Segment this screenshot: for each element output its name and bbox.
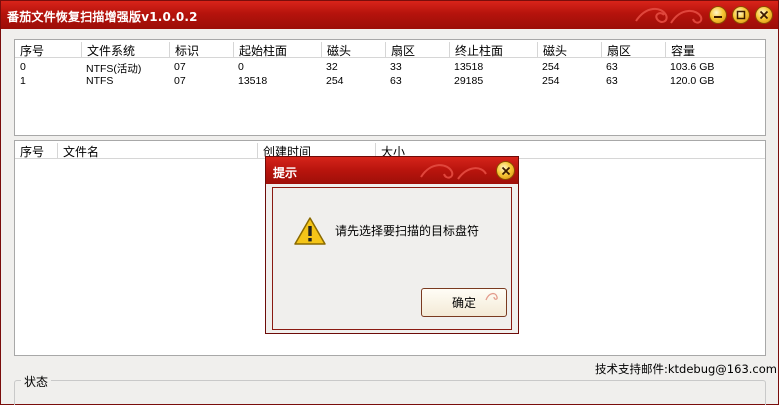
close-icon	[759, 10, 769, 20]
column-header[interactable]: 标识	[169, 42, 199, 58]
drive-list-header: 序号 文件系统 标识 起始柱面 磁头 扇区 终止柱面 磁头 扇区 容量	[15, 40, 765, 58]
status-group	[14, 380, 766, 405]
dialog-body: 请先选择要扫描的目标盘符 确定	[272, 187, 512, 330]
table-cell: 0	[238, 61, 244, 73]
minimize-icon	[714, 16, 722, 18]
column-header[interactable]: 终止柱面	[449, 42, 503, 58]
table-cell: 33	[390, 61, 402, 73]
column-header[interactable]: 起始柱面	[233, 42, 287, 58]
table-cell: 32	[326, 61, 338, 73]
close-button[interactable]	[755, 6, 773, 24]
drive-list[interactable]: 序号 文件系统 标识 起始柱面 磁头 扇区 终止柱面 磁头 扇区 容量 0 NT…	[14, 39, 766, 136]
dialog-close-button[interactable]	[496, 161, 515, 180]
ok-button[interactable]: 确定	[421, 288, 507, 317]
ok-button-label: 确定	[451, 296, 476, 310]
table-row[interactable]: 1 NTFS 07 13518 254 63 29185 254 63 120.…	[15, 75, 765, 88]
dialog-message: 请先选择要扫描的目标盘符	[335, 224, 480, 238]
table-cell: 07	[174, 75, 186, 87]
column-header[interactable]: 容量	[665, 42, 695, 58]
table-cell: 254	[542, 75, 560, 87]
dialog-title-bar[interactable]: 提示	[266, 157, 518, 184]
table-cell: 103.6 GB	[670, 61, 715, 73]
close-icon	[501, 166, 511, 176]
column-header[interactable]: 扇区	[601, 42, 631, 58]
table-cell: 254	[326, 75, 344, 87]
column-header[interactable]: 序号	[15, 143, 44, 159]
column-header[interactable]: 磁头	[321, 42, 351, 58]
table-cell: 254	[542, 61, 560, 73]
table-row[interactable]: 0 NTFS(活动) 07 0 32 33 13518 254 63 103.6…	[15, 61, 765, 75]
table-cell: NTFS	[86, 75, 114, 87]
table-cell: 13518	[238, 75, 268, 87]
title-ornament	[635, 7, 703, 24]
table-cell: 13518	[454, 61, 484, 73]
column-header[interactable]: 磁头	[537, 42, 567, 58]
window-title: 番茄文件恢复扫描增强版v1.0.0.2	[7, 10, 198, 24]
minimize-button[interactable]	[709, 6, 727, 24]
table-cell: 29185	[454, 75, 484, 87]
table-cell: 0	[20, 61, 26, 73]
warning-icon	[294, 217, 326, 245]
table-cell: 63	[606, 61, 618, 73]
column-header[interactable]: 文件系统	[81, 42, 135, 58]
dialog-ornament	[420, 164, 487, 180]
maximize-icon	[736, 10, 746, 20]
support-email: 技术支持邮件:ktdebug@163.com	[595, 362, 777, 376]
maximize-button[interactable]	[732, 6, 750, 24]
table-cell: 1	[20, 75, 26, 87]
title-bar[interactable]: 番茄文件恢复扫描增强版v1.0.0.2	[1, 1, 778, 29]
table-cell: 63	[390, 75, 402, 87]
button-ornament	[485, 292, 498, 301]
dialog-title: 提示	[273, 166, 298, 180]
status-label: 状态	[21, 373, 52, 390]
column-header[interactable]: 序号	[15, 42, 44, 58]
column-header[interactable]: 扇区	[385, 42, 415, 58]
table-cell: 120.0 GB	[670, 75, 715, 87]
table-cell: NTFS(活动)	[86, 63, 142, 75]
column-header[interactable]: 文件名	[57, 143, 99, 159]
table-cell: 63	[606, 75, 618, 87]
table-cell: 07	[174, 61, 186, 73]
alert-dialog: 提示 请先选择要扫描的目标盘符 确定	[265, 156, 519, 334]
